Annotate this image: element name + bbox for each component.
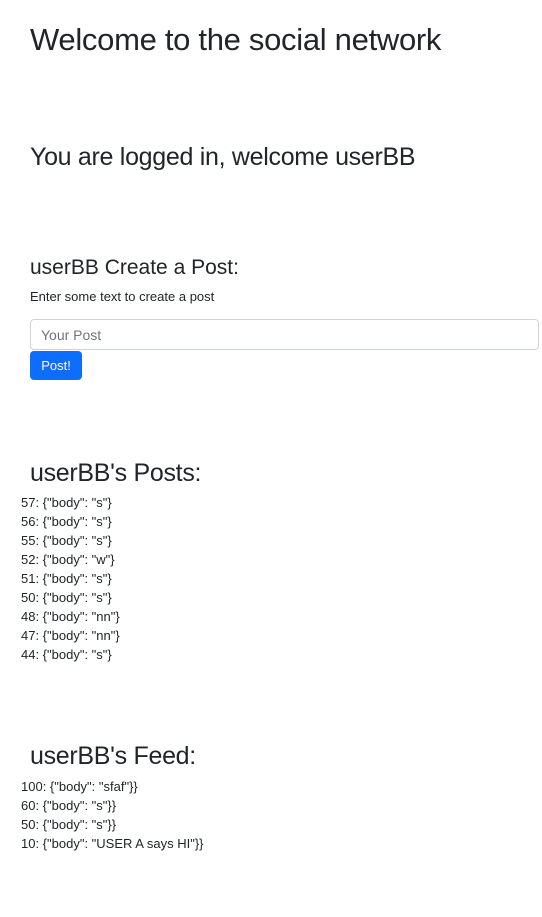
post-item: 57: {"body": "s"}: [21, 495, 112, 510]
post-item: 50: {"body": "s"}: [21, 590, 112, 605]
post-item: 44: {"body": "s"}: [21, 647, 112, 662]
feed-title: userBB's Feed:: [30, 742, 196, 770]
posts-title: userBB's Posts:: [30, 459, 202, 487]
post-item: 51: {"body": "s"}: [21, 571, 112, 586]
page-title: Welcome to the social network: [30, 22, 442, 57]
feed-item: 60: {"body": "s"}}: [21, 798, 117, 813]
feed-item: 50: {"body": "s"}}: [21, 817, 117, 832]
feed-item: 10: {"body": "USER A says HI"}}: [21, 836, 204, 851]
post-item: 48: {"body": "nn"}: [21, 609, 120, 624]
feed-item: 100: {"body": "sfaf"}}: [21, 779, 138, 794]
posts-list: 57: {"body": "s"} 56: {"body": "s"} 55: …: [21, 493, 120, 664]
welcome-message: You are logged in, welcome userBB: [30, 143, 416, 171]
create-post-title: userBB Create a Post:: [30, 256, 239, 279]
post-item: 52: {"body": "w"}: [21, 552, 115, 567]
feed-list: 100: {"body": "sfaf"}} 60: {"body": "s"}…: [21, 777, 204, 853]
post-item: 55: {"body": "s"}: [21, 533, 112, 548]
create-post-hint: Enter some text to create a post: [30, 289, 215, 304]
post-input[interactable]: [30, 319, 539, 350]
post-item: 56: {"body": "s"}: [21, 514, 112, 529]
post-button[interactable]: Post!: [30, 351, 82, 380]
post-item: 47: {"body": "nn"}: [21, 628, 120, 643]
